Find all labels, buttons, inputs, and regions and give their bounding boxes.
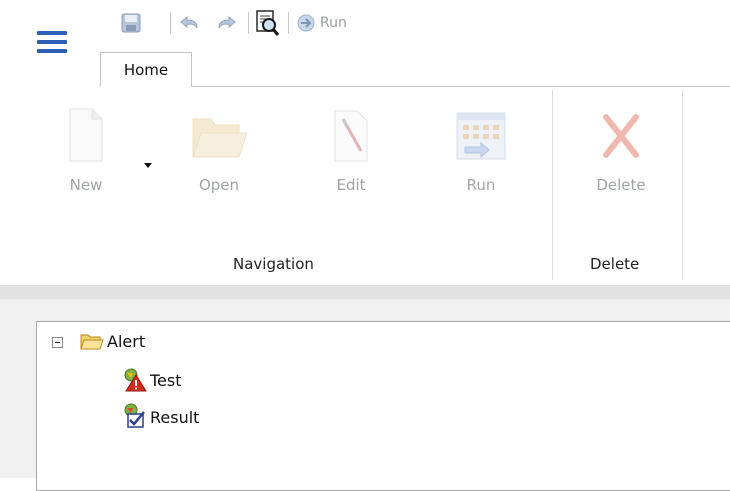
collapse-toggle[interactable] [52,337,63,348]
redo-icon [218,15,236,29]
open-folder-icon [192,118,248,158]
ribbon-bottom-bar [0,285,730,299]
edit-button[interactable]: Edit [318,105,384,194]
run-grid-icon [456,112,506,160]
delete-group-label: Delete [590,255,640,273]
new-document-icon [69,108,103,162]
ribbon-group-separator [682,90,683,280]
redo-button[interactable] [215,8,239,38]
delete-button-label: Delete [596,176,646,194]
result-check-icon [124,403,145,428]
run-quick-label: Run [320,15,347,31]
new-button-label: New [69,176,103,194]
navigation-group-label: Navigation [233,255,314,273]
toolbar-separator [248,12,249,34]
save-icon [121,13,141,33]
run-icon [297,14,315,32]
run-quick-button[interactable]: Run [296,8,347,38]
new-button[interactable]: New [60,105,112,194]
delete-button[interactable]: Delete [586,105,656,194]
tab-home[interactable]: Home [100,52,192,87]
tree-node-alert-label[interactable]: Alert [107,332,145,351]
tab-home-label: Home [123,61,169,79]
open-button-label: Open [198,176,240,194]
tree-view[interactable]: Alert Test Result [36,321,730,491]
test-alert-icon [124,368,147,392]
undo-button[interactable] [177,8,201,38]
edit-icon [334,110,368,162]
tree-node-result-label[interactable]: Result [150,408,199,427]
tab-strip-border [100,86,730,87]
run-button-label: Run [466,176,496,194]
main-menu-button[interactable] [34,28,70,58]
new-dropdown-arrow[interactable] [144,163,152,168]
preview-icon [256,10,280,36]
open-button[interactable]: Open [186,105,252,194]
delete-x-icon [603,114,639,158]
toolbar-separator [288,12,289,34]
preview-button[interactable] [254,8,280,38]
save-button[interactable] [120,8,142,38]
ribbon-group-separator [552,90,553,280]
run-button[interactable]: Run [448,105,514,194]
folder-icon [80,334,104,350]
toolbar-separator [170,12,171,34]
tree-node-test-label[interactable]: Test [150,371,182,390]
edit-button-label: Edit [336,176,366,194]
undo-icon [180,15,198,29]
